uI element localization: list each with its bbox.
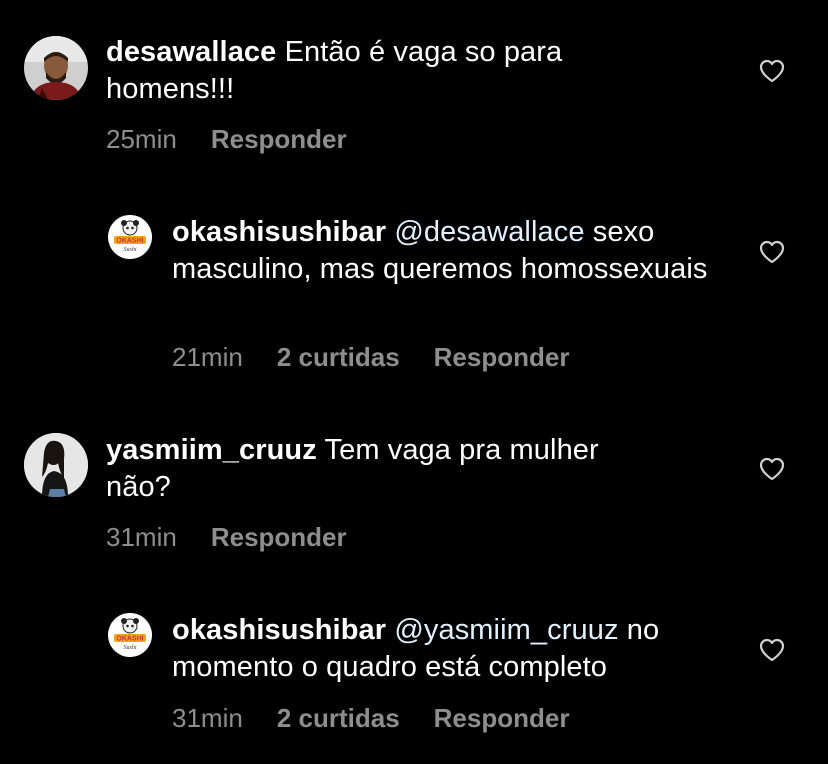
comment-text: okashisushibar @desawallace sexo masculi… — [172, 214, 712, 288]
timestamp: 21min — [172, 342, 243, 372]
heart-icon[interactable] — [759, 638, 785, 662]
reply-button[interactable]: Responder — [211, 124, 347, 155]
reply-button[interactable]: Responder — [434, 342, 570, 373]
comment-meta: 25min Responder — [106, 124, 347, 155]
heart-icon[interactable] — [759, 240, 785, 264]
comment-meta: 31min 2 curtidas Responder — [172, 703, 569, 734]
reply-button[interactable]: Responder — [211, 522, 347, 553]
okashi-sushi-logo-icon: OKASHI Sushi — [108, 613, 152, 657]
comment-meta: 21min 2 curtidas Responder — [172, 342, 569, 373]
comment-text: desawallace Então é vaga so para homens!… — [106, 34, 666, 108]
likes-count[interactable]: 2 curtidas — [277, 703, 400, 734]
reply-button[interactable]: Responder — [434, 703, 570, 734]
comment-text: okashisushibar @yasmiim_cruuz no momento… — [172, 612, 712, 686]
username[interactable]: okashisushibar — [172, 614, 386, 646]
avatar[interactable]: OKASHI Sushi — [108, 215, 152, 259]
avatar[interactable]: OKASHI Sushi — [108, 613, 152, 657]
svg-text:OKASHI: OKASHI — [116, 636, 143, 643]
username[interactable]: desawallace — [106, 36, 276, 68]
user-photo-icon — [24, 433, 88, 497]
user-photo-icon — [24, 36, 88, 100]
username[interactable]: okashisushibar — [172, 216, 386, 248]
likes-count[interactable]: 2 curtidas — [277, 342, 400, 373]
okashi-sushi-logo-icon: OKASHI Sushi — [108, 215, 152, 259]
mention-link[interactable]: @desawallace — [394, 216, 584, 248]
svg-text:OKASHI: OKASHI — [116, 238, 143, 245]
timestamp: 31min — [106, 522, 177, 552]
comment-meta: 31min Responder — [106, 522, 347, 553]
avatar[interactable] — [24, 433, 88, 497]
timestamp: 25min — [106, 124, 177, 154]
mention-link[interactable]: @yasmiim_cruuz — [394, 614, 618, 646]
svg-text:Sushi: Sushi — [123, 247, 136, 253]
avatar[interactable] — [24, 36, 88, 100]
heart-icon[interactable] — [759, 59, 785, 83]
username[interactable]: yasmiim_cruuz — [106, 434, 317, 466]
heart-icon[interactable] — [759, 457, 785, 481]
svg-text:Sushi: Sushi — [123, 645, 136, 651]
comment-text: yasmiim_cruuz Tem vaga pra mulher não? — [106, 432, 666, 506]
timestamp: 31min — [172, 703, 243, 733]
